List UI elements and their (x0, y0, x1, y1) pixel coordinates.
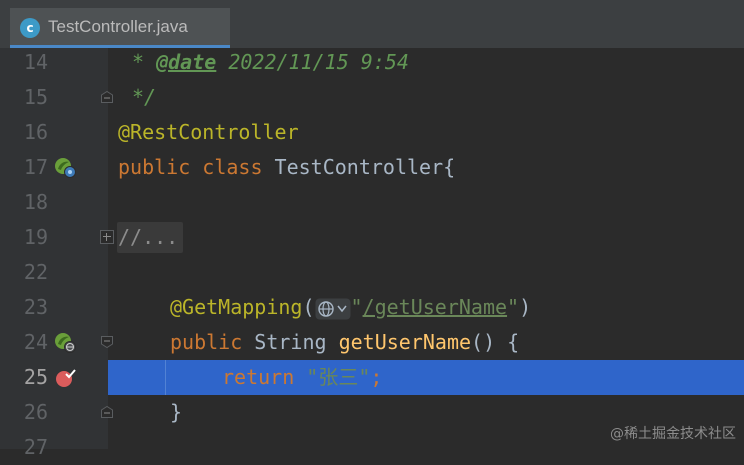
code-text: public String getUserName() { (170, 330, 520, 354)
code-line: 14 * @date 2022/11/15 9:54 (0, 45, 744, 80)
url-globe-dropdown-icon[interactable] (315, 296, 351, 319)
line-number: 16 (23, 120, 48, 144)
current-line: 25 return "张三"; (0, 360, 744, 395)
code-line: 17 public class TestController{ (0, 150, 744, 185)
code-text: @RestController (118, 120, 299, 144)
line-number: 14 (23, 50, 48, 74)
tab-testcontroller[interactable]: c TestController.java (10, 8, 230, 48)
code-line: 22 (0, 255, 744, 290)
window-top-strip (0, 0, 744, 8)
line-number: 22 (23, 260, 48, 284)
code-text: } (170, 400, 183, 424)
fold-end-icon[interactable] (100, 90, 114, 104)
code-text: * @date 2022/11/15 9:54 (132, 50, 409, 74)
breakpoint-icon[interactable] (53, 366, 77, 390)
code-text: return "张三"; (222, 365, 383, 389)
line-number: 19 (23, 225, 48, 249)
spring-web-icon[interactable] (53, 331, 77, 355)
java-class-icon: c (20, 18, 40, 38)
indent-guide (165, 360, 166, 395)
line-number: 23 (23, 295, 48, 319)
line-number: 18 (23, 190, 48, 214)
editor-tab-bar: c TestController.java (0, 8, 744, 49)
line-number: 15 (23, 85, 48, 109)
code-line: 16 @RestController (0, 115, 744, 150)
code-line: 15 */ (0, 80, 744, 115)
code-text: */ (132, 85, 157, 109)
code-text: @GetMapping("/getUserName") (170, 295, 532, 319)
code-text: public class TestController{ (118, 155, 456, 179)
fold-start-icon[interactable] (100, 335, 114, 349)
line-number: 25 (23, 365, 48, 389)
folded-text: //... (118, 225, 179, 249)
code-editor[interactable]: 14 * @date 2022/11/15 9:54 15 */ 16 @Res… (0, 45, 744, 459)
fold-expand-icon[interactable] (100, 230, 114, 244)
line-number: 17 (23, 155, 48, 179)
spring-bean-icon[interactable] (53, 156, 77, 180)
line-number: 24 (23, 330, 48, 354)
fold-end-icon[interactable] (100, 405, 114, 419)
code-line: 24 public String getUserName() { (0, 325, 744, 360)
watermark: @稀土掘金技术社区 (610, 426, 736, 442)
line-number: 27 (23, 435, 48, 459)
code-line: 18 (0, 185, 744, 220)
code-line: 19 //... (0, 220, 744, 255)
line-number: 26 (23, 400, 48, 424)
code-line: 23 @GetMapping("/getUserName") (0, 290, 744, 325)
tab-label: TestController.java (48, 17, 188, 36)
